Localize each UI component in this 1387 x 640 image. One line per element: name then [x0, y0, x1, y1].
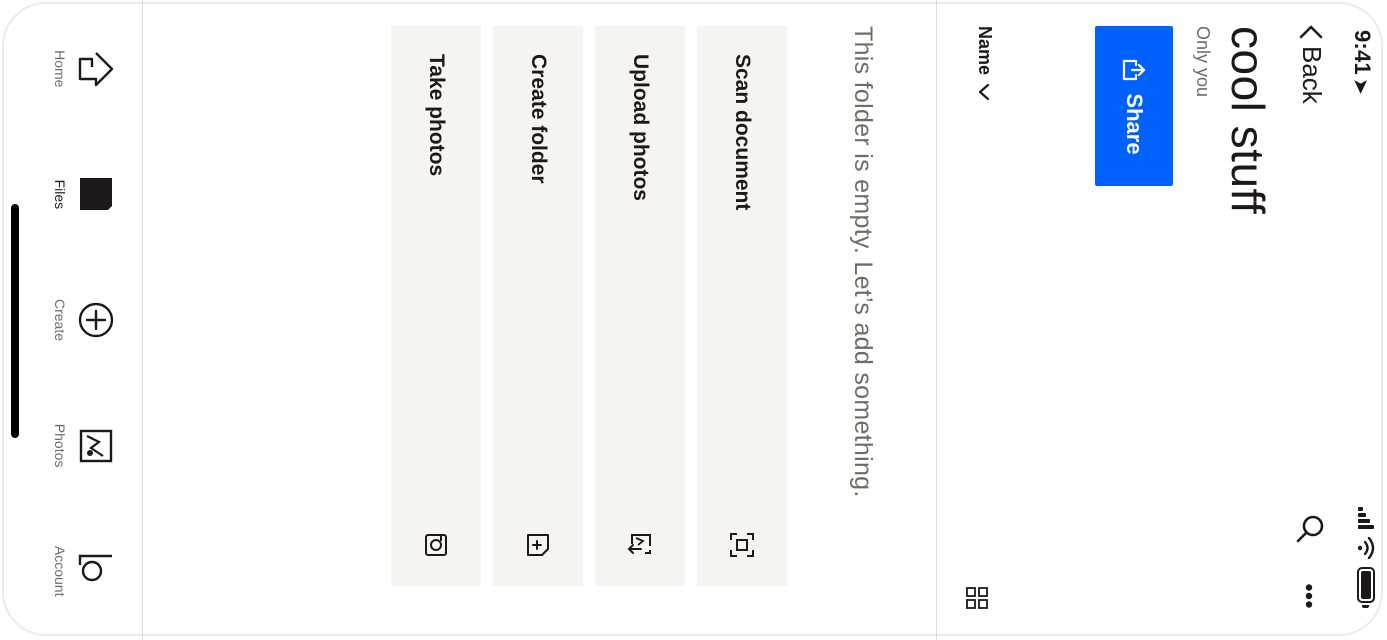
chevron-left-icon	[1300, 25, 1323, 39]
take-photos-button[interactable]: Take photos	[391, 26, 481, 586]
create-folder-icon	[527, 534, 549, 556]
wifi-icon	[1357, 537, 1375, 559]
tab-label: Files	[52, 179, 68, 210]
empty-folder-message: This folder is empty. Let’s add somethin…	[849, 26, 877, 498]
top-nav: Back	[1291, 0, 1331, 640]
home-icon	[78, 51, 114, 86]
tab-label: Account	[52, 545, 68, 597]
camera-icon	[425, 534, 447, 556]
tab-label: Home	[52, 50, 68, 88]
tab-photos[interactable]: Photos	[52, 391, 142, 501]
back-button[interactable]: Back	[1296, 24, 1327, 104]
grid-view-icon[interactable]	[965, 586, 989, 610]
share-button[interactable]: Share	[1095, 26, 1173, 186]
photos-icon	[79, 429, 113, 462]
sort-bar: Name	[961, 0, 995, 640]
status-time: 9:41 ➤	[1349, 30, 1375, 94]
folder-sharing-status: Only you	[1193, 26, 1213, 98]
sort-label: Name	[975, 26, 995, 76]
scan-icon	[730, 533, 754, 557]
plus-circle-icon	[78, 302, 114, 338]
action-label: Create folder	[527, 54, 550, 184]
tab-label: Photos	[52, 423, 68, 468]
status-indicators	[1357, 507, 1375, 608]
files-icon	[80, 178, 112, 211]
action-label: Scan document	[731, 54, 754, 211]
account-icon	[78, 554, 112, 582]
search-icon[interactable]	[1295, 512, 1327, 544]
battery-icon	[1357, 567, 1375, 603]
upload-photos-icon	[627, 534, 651, 554]
home-indicator	[11, 204, 19, 438]
tab-account[interactable]: Account	[52, 516, 142, 626]
upload-photos-button[interactable]: Upload photos	[595, 26, 685, 586]
folder-title: cool stuff	[1222, 26, 1274, 215]
share-label: Share	[1122, 93, 1147, 155]
sort-by-name-button[interactable]: Name	[974, 26, 995, 101]
tab-label: Create	[52, 298, 68, 341]
screen: 9:41 ➤ Back cool stuff Only you Share Nam…	[0, 0, 1387, 640]
action-label: Upload photos	[629, 54, 652, 201]
chevron-down-icon	[979, 83, 990, 101]
quick-actions: Scan document Upload photos Create folde…	[379, 26, 787, 586]
tab-files[interactable]: Files	[52, 139, 142, 249]
back-label: Back	[1297, 46, 1327, 104]
more-options-icon[interactable]	[1297, 584, 1321, 608]
tab-home[interactable]: Home	[52, 14, 142, 124]
tab-bar-divider	[142, 0, 143, 640]
create-folder-button[interactable]: Create folder	[493, 26, 583, 586]
status-bar: 9:41 ➤	[1341, 0, 1387, 640]
status-time-text: 9:41	[1350, 30, 1375, 75]
signal-icon	[1358, 507, 1374, 529]
scan-document-button[interactable]: Scan document	[697, 26, 787, 586]
header-divider	[936, 0, 937, 640]
battery-tip	[1362, 605, 1370, 608]
location-arrow-icon: ➤	[1351, 78, 1371, 95]
tab-create[interactable]: Create	[52, 265, 142, 375]
share-icon	[1122, 60, 1146, 81]
phone-screen-rotated: 9:41 ➤ Back cool stuff Only you Share Nam…	[0, 0, 1387, 640]
action-label: Take photos	[425, 54, 448, 177]
tab-bar: Home Files Create Photos Account	[0, 0, 142, 640]
